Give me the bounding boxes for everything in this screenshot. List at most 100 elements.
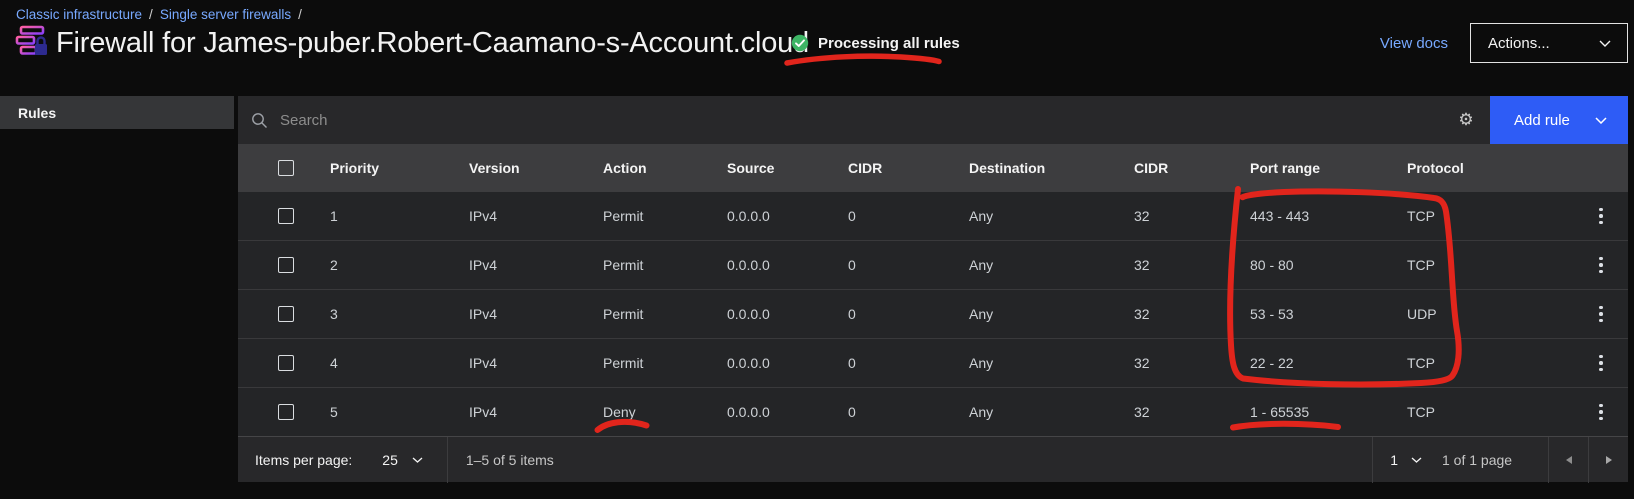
cell-destination: Any (969, 192, 1134, 241)
overflow-menu-icon[interactable] (1592, 192, 1610, 240)
add-rule-label: Add rule (1514, 112, 1570, 129)
row-checkbox[interactable] (278, 208, 294, 224)
column-header-cidr-2: CIDR (1134, 144, 1250, 192)
cell-action: Permit (603, 339, 727, 388)
select-all-checkbox[interactable] (278, 160, 294, 176)
cell-source: 0.0.0.0 (727, 290, 848, 339)
cell-version: IPv4 (469, 339, 603, 388)
cell-action: Deny (603, 388, 727, 437)
items-per-page-select[interactable]: 25 (382, 452, 423, 468)
item-range-label: 1–5 of 5 items (466, 452, 554, 468)
cell-cidr-2: 32 (1134, 388, 1250, 437)
caret-left-icon (1565, 455, 1573, 465)
check-circle-icon (791, 34, 809, 52)
view-docs-link[interactable]: View docs (1380, 35, 1448, 52)
table-row: 1 IPv4 Permit 0.0.0.0 0 Any 32 443 - 443… (238, 192, 1628, 241)
actions-dropdown-label: Actions... (1488, 35, 1550, 52)
column-header-action: Action (603, 144, 727, 192)
cell-cidr: 0 (848, 290, 969, 339)
page-number-select[interactable]: 1 (1372, 437, 1442, 483)
item-range-text: 1–5 of 5 items (447, 437, 1372, 483)
table-row: 3 IPv4 Permit 0.0.0.0 0 Any 32 53 - 53 U… (238, 290, 1628, 339)
firewall-rules-table: Priority Version Action Source CIDR Dest… (238, 144, 1628, 436)
cell-destination: Any (969, 339, 1134, 388)
breadcrumb-link-classic-infrastructure[interactable]: Classic infrastructure (16, 7, 142, 22)
cell-source: 0.0.0.0 (727, 339, 848, 388)
table-header-row: Priority Version Action Source CIDR Dest… (238, 144, 1628, 192)
column-header-source: Source (727, 144, 848, 192)
cell-action: Permit (603, 192, 727, 241)
cell-source: 0.0.0.0 (727, 192, 848, 241)
cell-cidr-2: 32 (1134, 290, 1250, 339)
cell-cidr-2: 32 (1134, 241, 1250, 290)
search-bar (238, 96, 1442, 144)
overflow-menu-icon[interactable] (1592, 290, 1610, 338)
cell-version: IPv4 (469, 290, 603, 339)
cell-priority: 1 (330, 192, 469, 241)
page-number-value: 1 (1390, 452, 1398, 468)
breadcrumb-separator: / (149, 7, 153, 22)
cell-priority: 2 (330, 241, 469, 290)
row-checkbox[interactable] (278, 404, 294, 420)
cell-protocol: UDP (1407, 290, 1586, 339)
table-row: 4 IPv4 Permit 0.0.0.0 0 Any 32 22 - 22 T… (238, 339, 1628, 388)
previous-page-button[interactable] (1548, 437, 1588, 483)
chevron-down-icon (412, 457, 423, 463)
chevron-down-icon (1411, 457, 1422, 463)
page-info-text: 1 of 1 page (1442, 452, 1548, 468)
overflow-menu-icon[interactable] (1592, 241, 1610, 289)
overflow-menu-icon[interactable] (1592, 388, 1610, 436)
row-checkbox[interactable] (278, 257, 294, 273)
table-row: 5 IPv4 Deny 0.0.0.0 0 Any 32 1 - 65535 T… (238, 388, 1628, 437)
table-toolbar: ⚙ Add rule (238, 96, 1628, 144)
page-header: Classic infrastructure / Single server f… (0, 0, 1634, 96)
cell-port-range: 80 - 80 (1250, 241, 1407, 290)
cell-port-range: 22 - 22 (1250, 339, 1407, 388)
cell-priority: 4 (330, 339, 469, 388)
cell-port-range: 53 - 53 (1250, 290, 1407, 339)
cell-destination: Any (969, 388, 1134, 437)
cell-protocol: TCP (1407, 388, 1586, 437)
status-text: Processing all rules (818, 35, 960, 52)
column-header-protocol: Protocol (1407, 144, 1586, 192)
column-header-port-range: Port range (1250, 144, 1407, 192)
row-checkbox[interactable] (278, 306, 294, 322)
cell-cidr: 0 (848, 192, 969, 241)
pagination-bar: Items per page: 25 1–5 of 5 items 1 1 of… (238, 436, 1628, 482)
firewall-icon (14, 24, 50, 62)
page-title: Firewall for James-puber.Robert-Caamano-… (56, 27, 809, 60)
actions-dropdown[interactable]: Actions... (1470, 23, 1628, 63)
cell-protocol: TCP (1407, 241, 1586, 290)
cell-action: Permit (603, 290, 727, 339)
cell-cidr: 0 (848, 339, 969, 388)
cell-protocol: TCP (1407, 339, 1586, 388)
column-header-cidr: CIDR (848, 144, 969, 192)
overflow-menu-icon[interactable] (1592, 339, 1610, 387)
sidebar-item-rules[interactable]: Rules (0, 96, 234, 129)
column-header-priority: Priority (330, 144, 469, 192)
gear-icon[interactable]: ⚙ (1442, 96, 1490, 144)
next-page-button[interactable] (1588, 437, 1628, 483)
caret-right-icon (1605, 455, 1613, 465)
breadcrumb-link-single-server-firewalls[interactable]: Single server firewalls (160, 7, 291, 22)
status-badge: Processing all rules (791, 34, 960, 52)
cell-destination: Any (969, 241, 1134, 290)
rules-panel: ⚙ Add rule Priority Version Action Sourc… (238, 96, 1628, 482)
cell-priority: 5 (330, 388, 469, 437)
breadcrumb: Classic infrastructure / Single server f… (16, 7, 302, 22)
cell-destination: Any (969, 290, 1134, 339)
cell-cidr-2: 32 (1134, 339, 1250, 388)
cell-protocol: TCP (1407, 192, 1586, 241)
chevron-down-icon (1595, 117, 1607, 124)
cell-version: IPv4 (469, 192, 603, 241)
search-icon (251, 112, 268, 129)
cell-priority: 3 (330, 290, 469, 339)
cell-port-range: 443 - 443 (1250, 192, 1407, 241)
sidebar-item-label: Rules (18, 105, 56, 121)
chevron-down-icon (1599, 40, 1611, 47)
cell-version: IPv4 (469, 388, 603, 437)
row-checkbox[interactable] (278, 355, 294, 371)
cell-port-range: 1 - 65535 (1250, 388, 1407, 437)
search-input[interactable] (280, 112, 1442, 129)
add-rule-button[interactable]: Add rule (1490, 96, 1628, 144)
